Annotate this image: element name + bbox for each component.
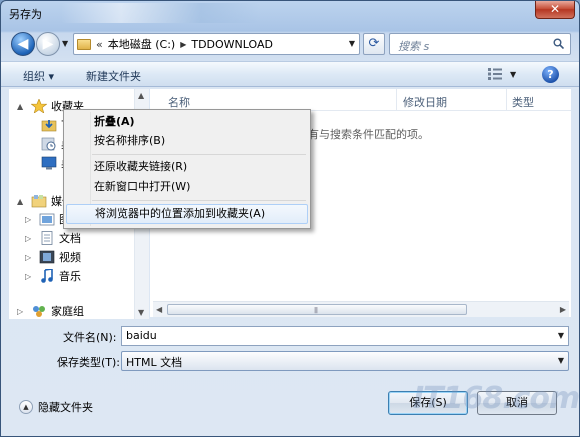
expand-arrow-icon[interactable]: ▷ [25, 272, 35, 281]
close-icon: ✕ [549, 2, 561, 16]
tree-label: 视频 [59, 251, 81, 264]
scroll-up-icon[interactable]: ▲ [138, 91, 144, 100]
filetype-label: 保存类型(T): [57, 356, 121, 369]
collapse-arrow-icon[interactable]: ▲ [17, 197, 27, 206]
expand-arrow-icon[interactable]: ▷ [17, 307, 27, 316]
back-arrow-icon: ◀ [17, 36, 29, 52]
help-icon[interactable]: ? [542, 66, 559, 83]
view-options-icon[interactable] [488, 68, 502, 80]
videos-icon [39, 250, 55, 264]
file-list-horizontal-scrollbar[interactable]: ◀ ||| ▶ [153, 301, 569, 317]
grip-icon: ||| [314, 307, 318, 314]
scrollbar-thumb[interactable]: ||| [167, 304, 467, 315]
menu-item-restore-favorites[interactable]: 还原收藏夹链接(R) [66, 157, 308, 177]
tree-label: 文档 [59, 232, 81, 245]
filename-value: baidu [126, 329, 157, 342]
scroll-down-icon[interactable]: ▼ [138, 308, 144, 317]
title-decoration [61, 3, 261, 23]
menu-item-add-location-to-favorites[interactable]: 将浏览器中的位置添加到收藏夹(A) [66, 204, 308, 224]
back-button[interactable]: ◀ [11, 32, 35, 56]
breadcrumb-drive[interactable]: 本地磁盘 (C:) [108, 36, 175, 52]
column-headers: 名称 修改日期 类型 [150, 89, 571, 111]
filename-label: 文件名(N): [63, 331, 117, 344]
folder-icon [77, 38, 91, 50]
forward-arrow-icon: ▶ [42, 36, 54, 52]
music-icon [41, 269, 53, 283]
hide-folders-label: 隐藏文件夹 [38, 401, 93, 414]
save-as-dialog: 另存为 ✕ ◀ ▶ ▼ « 本地磁盘 (C:) ▶ TDDOWNLOAD ▼ ⟳… [0, 0, 580, 437]
filetype-dropdown-chevron-icon[interactable]: ▼ [558, 356, 564, 365]
column-divider[interactable] [506, 89, 507, 111]
filetype-select[interactable]: HTML 文档 ▼ [121, 351, 569, 371]
title-bar[interactable]: 另存为 ✕ [1, 1, 579, 25]
desktop-icon [41, 156, 57, 170]
tree-label: 家庭组 [51, 305, 84, 318]
breadcrumb-separator-icon[interactable]: ▶ [180, 40, 186, 49]
scroll-left-icon[interactable]: ◀ [156, 305, 162, 314]
hide-folders-toggle[interactable]: ▲ 隐藏文件夹 [19, 399, 93, 415]
search-icon[interactable] [553, 38, 564, 49]
empty-folder-message: 有与搜索条件匹配的项。 [308, 128, 429, 141]
new-folder-button[interactable]: 新建文件夹 [86, 68, 141, 84]
expand-arrow-icon[interactable]: ▷ [25, 215, 35, 224]
tree-label: 音乐 [59, 270, 81, 283]
refresh-button[interactable]: ⟳ [363, 33, 385, 55]
tree-item-documents[interactable]: ▷ 文档 [17, 229, 147, 247]
downloads-icon [41, 120, 57, 132]
homegroup-icon [33, 306, 45, 317]
cancel-button[interactable]: 取消 [477, 391, 557, 415]
recent-places-icon [41, 137, 56, 151]
scroll-right-icon[interactable]: ▶ [560, 305, 566, 314]
tree-item-music[interactable]: ▷ 音乐 [17, 267, 147, 285]
recent-pages-chevron-icon[interactable]: ▼ [62, 39, 68, 48]
forward-button[interactable]: ▶ [36, 32, 60, 56]
address-dropdown-chevron-icon[interactable]: ▼ [349, 39, 355, 48]
expand-arrow-icon[interactable]: ▷ [25, 253, 35, 262]
column-header-name[interactable]: 名称 [168, 94, 190, 110]
documents-icon [41, 231, 53, 245]
refresh-icon: ⟳ [368, 36, 380, 51]
search-placeholder: 搜索 s [398, 40, 430, 53]
star-icon [31, 99, 47, 113]
menu-item-open-new-window[interactable]: 在新窗口中打开(W) [66, 177, 308, 197]
collapse-up-icon: ▲ [19, 400, 33, 414]
save-button[interactable]: 保存(S) [388, 391, 468, 415]
breadcrumb-overflow-icon[interactable]: « [96, 38, 103, 51]
menu-item-sort-by-name[interactable]: 按名称排序(B) [66, 131, 308, 151]
expand-arrow-icon[interactable]: ▷ [25, 234, 35, 243]
menu-separator [92, 154, 306, 155]
window-title: 另存为 [9, 8, 42, 21]
filename-dropdown-chevron-icon[interactable]: ▼ [558, 331, 564, 340]
pictures-icon [39, 213, 55, 226]
address-bar[interactable]: « 本地磁盘 (C:) ▶ TDDOWNLOAD ▼ [73, 33, 360, 55]
collapse-arrow-icon[interactable]: ▲ [17, 102, 27, 111]
organize-button[interactable]: 组织 ▾ [23, 68, 54, 84]
search-input[interactable]: 搜索 s [389, 33, 571, 55]
library-icon [31, 195, 47, 208]
column-header-date-modified[interactable]: 修改日期 [403, 94, 447, 110]
filetype-value: HTML 文档 [126, 356, 183, 369]
view-dropdown-chevron-icon[interactable]: ▼ [510, 70, 516, 79]
breadcrumb-folder[interactable]: TDDOWNLOAD [191, 38, 273, 51]
filename-input[interactable]: baidu ▼ [121, 326, 569, 346]
tree-item-homegroup[interactable]: ▷ 家庭组 [9, 302, 139, 319]
menu-separator [92, 200, 306, 201]
menu-item-collapse[interactable]: 折叠(A) [66, 112, 308, 132]
column-header-type[interactable]: 类型 [512, 94, 534, 110]
close-button[interactable]: ✕ [535, 1, 575, 19]
column-divider[interactable] [396, 89, 397, 111]
command-toolbar: 组织 ▾ 新建文件夹 ▼ ? [1, 61, 579, 87]
tree-item-videos[interactable]: ▷ 视频 [17, 248, 147, 266]
favorites-context-menu: 折叠(A) 按名称排序(B) 还原收藏夹链接(R) 在新窗口中打开(W) 将浏览… [63, 109, 311, 229]
